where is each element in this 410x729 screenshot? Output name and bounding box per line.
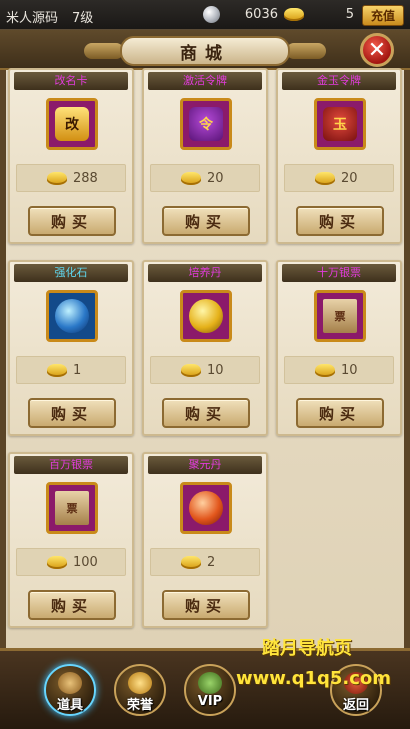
- item-price: 20: [207, 171, 224, 186]
- player-level: 7级: [72, 11, 94, 26]
- gold-ingot-icon: [181, 172, 201, 185]
- nav-honor-button[interactable]: 荣誉: [114, 664, 166, 716]
- page-title: 商城: [120, 36, 290, 66]
- item-name: 激活令牌: [148, 72, 262, 90]
- elixir-icon: [189, 491, 223, 525]
- item-icon-frame[interactable]: 票: [314, 290, 366, 342]
- buy-button[interactable]: 购买: [28, 398, 116, 428]
- shop-item-card: 改名卡 改 288 购买: [8, 68, 134, 244]
- gold-ingot-icon: [47, 172, 67, 185]
- buy-button[interactable]: 购买: [162, 590, 250, 620]
- item-icon-frame[interactable]: 改: [46, 98, 98, 150]
- silver-coin-icon: [203, 6, 220, 23]
- banknote-icon: 票: [323, 299, 357, 333]
- shop-item-card: 激活令牌 令 20 购买: [142, 68, 268, 244]
- nav-props-label: 道具: [56, 698, 83, 713]
- gold-ingot-icon: [284, 8, 304, 21]
- activation-token-icon: 令: [189, 107, 223, 141]
- item-name: 百万银票: [14, 456, 128, 474]
- item-price: 20: [341, 171, 358, 186]
- player-name: 米人源码: [6, 11, 59, 26]
- shop-item-card: 强化石 1 购买: [8, 260, 134, 436]
- rename-card-icon: 改: [55, 107, 89, 141]
- item-icon-frame[interactable]: [180, 290, 232, 342]
- status-bar: 米人源码 7级 6036 5 充值: [0, 0, 410, 30]
- item-name: 改名卡: [14, 72, 128, 90]
- nav-back-label: 返回: [342, 698, 369, 713]
- banknote-icon: 票: [55, 491, 89, 525]
- silver-amount: 6036: [244, 7, 278, 22]
- item-icon-frame[interactable]: 令: [180, 98, 232, 150]
- title-ornament-left: [84, 43, 124, 59]
- item-name: 培养丹: [148, 264, 262, 282]
- title-ornament-right: [286, 43, 326, 59]
- gold-ingot-icon: [47, 364, 67, 377]
- enhance-stone-icon: [55, 299, 89, 333]
- gold-ingot-icon: [47, 556, 67, 569]
- cultivation-pill-icon: [189, 299, 223, 333]
- buy-button[interactable]: 购买: [28, 206, 116, 236]
- price-row: 288: [16, 164, 126, 192]
- gold-amount: 5: [345, 7, 354, 22]
- item-icon-frame[interactable]: 玉: [314, 98, 366, 150]
- treasure-bag-icon: [58, 672, 82, 694]
- item-name: 强化石: [14, 264, 128, 282]
- shop-item-card: 百万银票 票 100 购买: [8, 452, 134, 628]
- gold-ingot-icon: [315, 364, 335, 377]
- nav-vip-button[interactable]: VIP: [184, 664, 236, 716]
- price-row: 20: [284, 164, 394, 192]
- close-button[interactable]: ✕: [360, 33, 394, 67]
- gold-pile-icon: [128, 672, 152, 694]
- gold-ingot-icon: [315, 172, 335, 185]
- shop-item-card: 十万银票 票 10 购买: [276, 260, 402, 436]
- shop-item-card: 聚元丹 2 购买: [142, 452, 268, 628]
- vip-icon: [198, 672, 222, 694]
- nav-honor-label: 荣誉: [126, 698, 153, 713]
- gold-ingot-icon: [181, 364, 201, 377]
- item-icon-frame[interactable]: 票: [46, 482, 98, 534]
- gold-jade-token-icon: 玉: [323, 107, 357, 141]
- buy-button[interactable]: 购买: [296, 398, 384, 428]
- shop-item-card: 培养丹 10 购买: [142, 260, 268, 436]
- item-icon-frame[interactable]: [46, 290, 98, 342]
- item-icon-frame[interactable]: [180, 482, 232, 534]
- price-row: 20: [150, 164, 260, 192]
- price-row: 10: [284, 356, 394, 384]
- item-price: 2: [207, 555, 216, 570]
- price-row: 10: [150, 356, 260, 384]
- item-price: 288: [73, 171, 98, 186]
- item-price: 10: [207, 363, 224, 378]
- item-name: 十万银票: [282, 264, 396, 282]
- recharge-button[interactable]: 充值: [362, 5, 404, 26]
- close-icon: ✕: [367, 37, 387, 63]
- buy-button[interactable]: 购买: [28, 590, 116, 620]
- price-row: 100: [16, 548, 126, 576]
- watermark-title: 踏月导航页: [262, 638, 352, 659]
- item-price: 100: [73, 555, 98, 570]
- shop-item-card: 金玉令牌 玉 20 购买: [276, 68, 402, 244]
- item-grid: 改名卡 改 288 购买 激活令牌 令 20 购买 金玉令牌 玉 20 购买 强…: [8, 68, 402, 636]
- buy-button[interactable]: 购买: [162, 398, 250, 428]
- nav-props-button[interactable]: 道具: [44, 664, 96, 716]
- gold-ingot-icon: [181, 556, 201, 569]
- item-name: 聚元丹: [148, 456, 262, 474]
- item-price: 1: [73, 363, 82, 378]
- buy-button[interactable]: 购买: [296, 206, 384, 236]
- price-row: 2: [150, 548, 260, 576]
- nav-vip-label: VIP: [197, 694, 223, 709]
- watermark-url: www.q1q5.com: [236, 668, 392, 689]
- item-price: 10: [341, 363, 358, 378]
- buy-button[interactable]: 购买: [162, 206, 250, 236]
- item-name: 金玉令牌: [282, 72, 396, 90]
- price-row: 1: [16, 356, 126, 384]
